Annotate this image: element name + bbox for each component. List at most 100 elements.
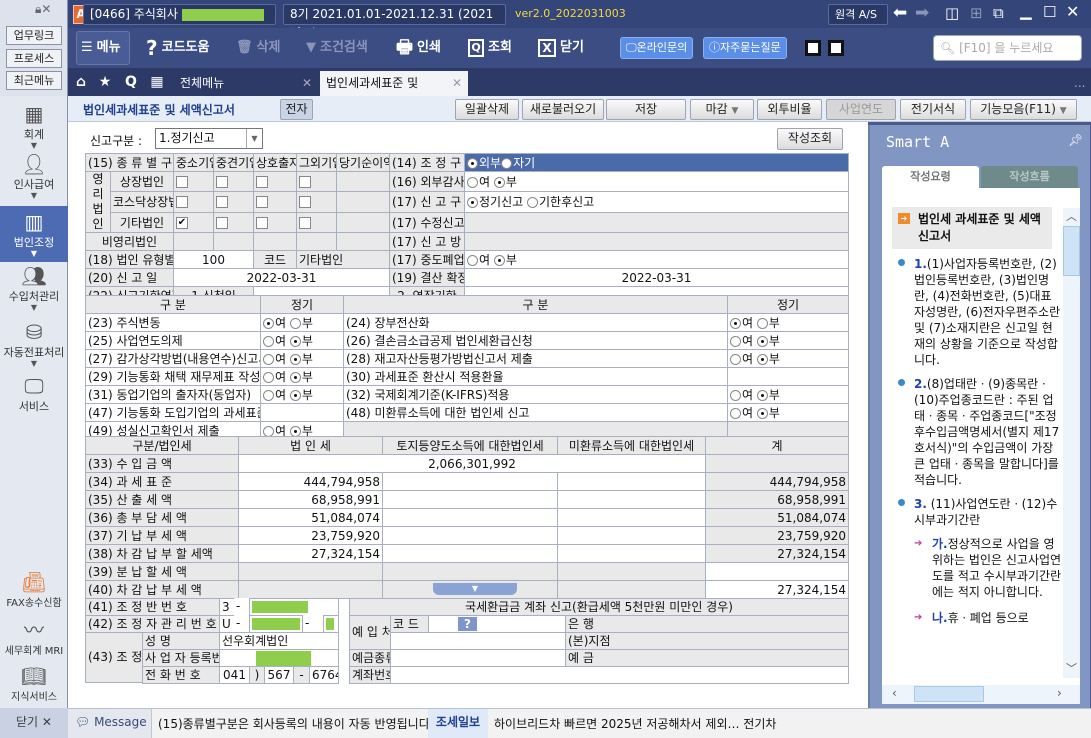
close-tab-icon[interactable]: ✕ <box>452 71 462 96</box>
nav-revenue-management[interactable]: 👥︎ 수입처관리 ▼ <box>0 264 68 318</box>
yes-no-radio[interactable]: 여 부 <box>260 331 344 350</box>
radio-no[interactable] <box>493 255 505 266</box>
account-no-input[interactable] <box>390 666 849 684</box>
tab-all-menu[interactable]: 전체메뉴 ✕ <box>174 71 318 96</box>
report-kind-radio[interactable]: 정기신고 기한후신고 <box>464 191 849 213</box>
amount-cell[interactable]: 444,794,958 <box>238 472 383 491</box>
radio-regular[interactable] <box>467 197 478 209</box>
radio-no[interactable] <box>289 318 301 329</box>
phone-area-input[interactable]: 041 <box>219 666 250 684</box>
delete-button[interactable]: 🗑︎ 삭제 <box>236 34 280 62</box>
radio-yes[interactable] <box>467 177 478 189</box>
checkbox[interactable] <box>299 176 311 189</box>
tab-corporate-tax-return[interactable]: 법인세과세표준 및 ✕ <box>320 71 468 96</box>
adjustment-type-radio[interactable]: 외부 자기 <box>464 153 849 172</box>
amount-cell[interactable] <box>557 544 706 563</box>
nav-corporate-adjustment[interactable]: ▥ 법인조정 ▼ <box>0 206 68 262</box>
nav-knowledge[interactable]: 📖︎ 지식서비스 <box>0 664 68 706</box>
checkbox[interactable] <box>256 196 268 209</box>
checkbox[interactable] <box>216 196 228 209</box>
radio-yes[interactable] <box>730 408 741 419</box>
filter-search-button[interactable]: ▼ 조건검색 <box>306 34 368 62</box>
more-tabs-button[interactable]: ... <box>1068 71 1085 96</box>
amount-cell[interactable] <box>557 580 706 599</box>
search-q-icon[interactable]: Q <box>122 72 140 92</box>
external-audit-radio[interactable]: 여 부 <box>464 170 849 193</box>
radio-no[interactable] <box>289 390 301 401</box>
amount-cell[interactable] <box>382 526 558 545</box>
radio-yes[interactable] <box>263 390 274 401</box>
forward-arrow-icon[interactable]: ➡ <box>915 3 929 23</box>
closure-radio[interactable]: 여 부 <box>464 250 849 269</box>
nav-accounting[interactable]: ▦ 회계 ▼ <box>0 102 68 152</box>
checkbox-checked[interactable]: ✔ <box>176 216 188 229</box>
amount-cell[interactable] <box>557 526 706 545</box>
foreign-ratio-button[interactable]: 외투비율 <box>757 99 822 120</box>
close-button[interactable]: X 닫기 <box>538 34 584 62</box>
amount-cell[interactable] <box>557 508 706 527</box>
bank-code-input[interactable]: ? <box>428 615 566 633</box>
horizontal-scrollbar[interactable]: ‹ › <box>882 685 1080 704</box>
amount-cell[interactable] <box>557 562 706 581</box>
phone-mid-input[interactable]: 567 <box>264 666 294 684</box>
nav-auto-voucher[interactable]: ⛁ 자동전표처리 ▼ <box>0 320 68 370</box>
message-button[interactable]: 💬︎ Message <box>68 709 152 738</box>
radio-no[interactable] <box>289 372 301 383</box>
radio-yes[interactable] <box>730 318 741 329</box>
yes-no-radio[interactable]: 여 부 <box>727 313 849 332</box>
manager-no-suffix[interactable] <box>323 615 339 633</box>
biz-no-input[interactable] <box>219 649 339 667</box>
lock-icon[interactable]: 🔒︎✕ <box>35 2 51 17</box>
recent-menu-button[interactable]: 최근메뉴 <box>6 71 62 90</box>
tab-writing-guide[interactable]: 작성요령 <box>882 166 979 188</box>
functions-dropdown[interactable]: 기능모음(F11) ▼ <box>970 99 1077 120</box>
save-button[interactable]: 저장 <box>606 99 686 120</box>
star-icon[interactable]: ★ <box>96 72 114 92</box>
radio-yes[interactable] <box>263 318 274 329</box>
deposit-kind-input[interactable] <box>390 649 566 667</box>
amount-cell[interactable] <box>238 562 383 581</box>
remote-as-button[interactable]: 원격 A/S <box>828 4 888 25</box>
amount-cell[interactable] <box>382 472 558 491</box>
radio-no[interactable] <box>756 390 768 401</box>
layout-icon-1[interactable] <box>805 40 821 56</box>
bulk-delete-button[interactable]: 일괄삭제 <box>455 99 519 120</box>
radio-late[interactable] <box>527 197 538 209</box>
online-inquiry-button[interactable]: 🖵︎온라인문의 <box>620 37 694 59</box>
restore-icon[interactable]: ⧉ <box>993 4 1004 22</box>
radio-no[interactable] <box>756 408 768 419</box>
yes-no-radio[interactable]: 여 부 <box>260 385 344 404</box>
manager-no-prefix[interactable]: U <box>219 615 235 633</box>
yes-no-radio[interactable]: 여 부 <box>260 349 344 368</box>
collapse-toggle-icon[interactable]: ▼ <box>433 583 517 595</box>
radio-no[interactable] <box>289 354 301 365</box>
yes-no-radio[interactable]: 여 부 <box>727 403 849 422</box>
radio-yes[interactable] <box>263 354 274 365</box>
process-button[interactable]: 프로세스 <box>6 49 62 68</box>
adjuster-no-input[interactable] <box>249 598 339 616</box>
corp-type-code-input[interactable]: 100 <box>173 250 254 269</box>
radio-no[interactable] <box>289 336 301 347</box>
radio-no[interactable] <box>756 336 768 347</box>
prior-form-button[interactable]: 전기서식 <box>900 99 966 120</box>
yes-no-radio[interactable]: 여 부 <box>260 367 344 386</box>
amount-cell[interactable]: 27,324,154 <box>238 544 383 563</box>
radio-yes[interactable] <box>467 255 478 266</box>
report-date-input[interactable]: 2022-03-31 <box>173 268 390 287</box>
radio-yes[interactable] <box>730 354 741 365</box>
calendar-icon[interactable]: ▦ <box>148 72 166 92</box>
amount-cell[interactable] <box>382 544 558 563</box>
checkbox[interactable] <box>256 176 268 189</box>
checkbox[interactable] <box>299 196 311 209</box>
yes-no-radio[interactable]: 여 부 <box>727 331 849 350</box>
view-written-button[interactable]: 작성조회 <box>777 128 843 150</box>
scroll-thumb[interactable] <box>914 686 984 702</box>
vertical-scrollbar[interactable]: ︿ ﹀ <box>1063 208 1080 678</box>
value-input[interactable] <box>727 367 849 386</box>
nav-service[interactable]: 🖵︎ 서비스 <box>0 374 68 420</box>
inquiry-button[interactable]: Q 조회 <box>468 34 512 62</box>
menu-button[interactable]: ☰ 메뉴 <box>76 31 130 65</box>
radio-yes[interactable] <box>263 336 274 347</box>
amount-cell[interactable] <box>382 562 558 581</box>
settlement-date-input[interactable]: 2022-03-31 <box>464 268 849 287</box>
